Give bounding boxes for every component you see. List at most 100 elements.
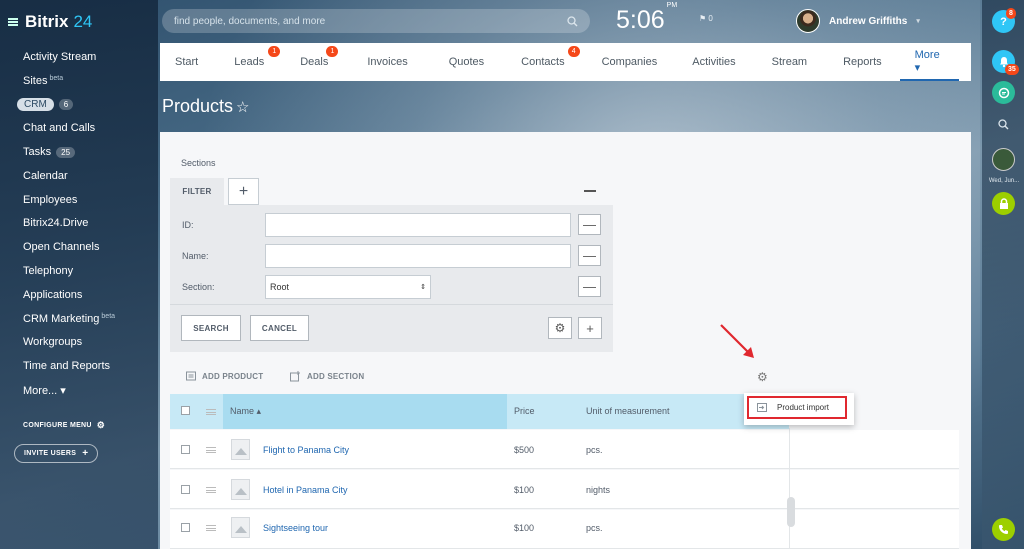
- sidebar-item-calendar[interactable]: Calendar: [0, 164, 158, 188]
- notifications-button[interactable]: 35: [992, 50, 1019, 75]
- row-checkbox[interactable]: [181, 485, 190, 494]
- sidebar-item-telephony[interactable]: Telephony: [0, 259, 158, 283]
- tab-quotes[interactable]: Quotes: [432, 43, 501, 81]
- sidebar-item-crm-marketing[interactable]: CRM Marketing beta: [0, 307, 158, 331]
- row-checkbox[interactable]: [181, 445, 190, 454]
- search-button[interactable]: SEARCH: [181, 315, 241, 341]
- sidebar-item-label: Employees: [23, 193, 78, 206]
- column-header-name[interactable]: Name ▴: [230, 406, 261, 417]
- sidebar-item-label: CRM: [17, 97, 54, 111]
- column-header-unit[interactable]: Unit of measurement: [586, 406, 670, 416]
- tab-activities[interactable]: Activities: [674, 43, 753, 81]
- table-row[interactable]: Hotel in Panama City $100 nights: [170, 470, 959, 509]
- clock[interactable]: 5:06PM: [616, 2, 677, 35]
- name-label: Name:: [182, 251, 209, 261]
- user-menu[interactable]: Andrew Griffiths ▾: [796, 9, 920, 33]
- filter-settings-button[interactable]: ⚙: [548, 317, 572, 339]
- sidebar-item-open-channels[interactable]: Open Channels: [0, 235, 158, 259]
- row-checkbox[interactable]: [181, 523, 190, 532]
- row-menu-icon[interactable]: [206, 447, 216, 453]
- gear-icon: ⚙: [96, 420, 106, 430]
- sidebar-item-tasks[interactable]: Tasks 25: [0, 140, 158, 164]
- tab-deals[interactable]: Deals 1: [285, 43, 343, 81]
- remove-id-field-button[interactable]: —: [578, 214, 601, 235]
- add-field-button[interactable]: +: [578, 317, 602, 339]
- filter-tab[interactable]: FILTER: [170, 178, 224, 205]
- sidebar-item-more[interactable]: More... ▾: [0, 378, 158, 402]
- table-row[interactable]: Sightseeing tour $100 pcs.: [170, 510, 959, 549]
- name-field[interactable]: [265, 244, 571, 268]
- product-name-link[interactable]: Flight to Panama City: [263, 445, 349, 455]
- beta-label: beta: [101, 313, 116, 321]
- tab-companies[interactable]: Companies: [585, 43, 675, 81]
- row-menu-icon[interactable]: [206, 525, 216, 531]
- question-icon: ?: [1000, 15, 1007, 28]
- sidebar-item-employees[interactable]: Employees: [0, 188, 158, 212]
- remove-name-field-button[interactable]: —: [578, 245, 601, 266]
- search-sidebar-button[interactable]: [992, 113, 1015, 136]
- plus-icon: +: [586, 320, 594, 336]
- sidebar-item-crm[interactable]: CRM 6: [0, 93, 158, 117]
- remove-section-field-button[interactable]: —: [578, 276, 601, 297]
- column-header-price[interactable]: Price: [514, 406, 535, 416]
- help-button[interactable]: ? 8: [992, 8, 1016, 33]
- tab-reports[interactable]: Reports: [825, 43, 900, 81]
- sidebar-item-activity-stream[interactable]: Activity Stream: [0, 45, 158, 69]
- product-price: $100: [514, 523, 535, 533]
- product-import-menu-item[interactable]: Product import: [747, 396, 847, 419]
- row-menu-icon[interactable]: [206, 487, 216, 493]
- sidebar-item-label: Workgroups: [23, 336, 83, 349]
- filter-row-name: Name:: [182, 244, 571, 268]
- search-icon[interactable]: [567, 15, 578, 27]
- flag-icon: ⚑: [699, 14, 707, 23]
- lock-button[interactable]: [992, 192, 1015, 215]
- menu-icon[interactable]: [8, 18, 18, 26]
- chat-button[interactable]: [992, 81, 1015, 104]
- contact-avatar[interactable]: [992, 148, 1015, 171]
- tab-leads[interactable]: Leads 1: [213, 43, 285, 81]
- product-name-link[interactable]: Hotel in Panama City: [263, 485, 348, 495]
- product-import-label: Product import: [777, 403, 830, 412]
- sidebar-item-drive[interactable]: Bitrix24.Drive: [0, 212, 158, 236]
- product-price: $500: [514, 445, 535, 455]
- sidebar-item-time-reports[interactable]: Time and Reports: [0, 354, 158, 378]
- sidebar-item-label: Sites: [23, 74, 48, 87]
- sidebar-item-applications[interactable]: Applications: [0, 283, 158, 307]
- star-icon[interactable]: ☆: [236, 99, 249, 116]
- select-all-checkbox[interactable]: [181, 406, 190, 415]
- invite-users-button[interactable]: INVITE USERS +: [14, 444, 99, 463]
- product-name-link[interactable]: Sightseeing tour: [263, 523, 328, 533]
- sidebar-item-chat[interactable]: Chat and Calls: [0, 116, 158, 140]
- add-section-button[interactable]: ADD SECTION: [290, 371, 364, 382]
- phone-button[interactable]: [992, 518, 1015, 541]
- logo[interactable]: Bitrix 24: [8, 12, 92, 32]
- table-row[interactable]: Flight to Panama City $500 pcs.: [170, 430, 959, 469]
- add-filter-tab-button[interactable]: +: [228, 178, 259, 205]
- add-product-button[interactable]: ADD PRODUCT: [186, 371, 263, 381]
- chevron-updown-icon: ⇕: [420, 284, 426, 291]
- section-select[interactable]: Root ⇕: [265, 275, 431, 299]
- tab-start[interactable]: Start: [160, 43, 213, 81]
- search-input[interactable]: find people, documents, and more: [162, 9, 590, 33]
- cancel-button[interactable]: CANCEL: [250, 315, 309, 341]
- tab-stream[interactable]: Stream: [754, 43, 825, 81]
- id-field[interactable]: [265, 213, 571, 237]
- scroll-handle[interactable]: [787, 497, 795, 527]
- tab-label: Activities: [692, 56, 736, 68]
- column-menu-icon[interactable]: [206, 409, 216, 415]
- minus-icon: —: [583, 248, 596, 263]
- tab-label: More ▾: [914, 48, 940, 74]
- tab-contacts[interactable]: Contacts 4: [501, 43, 584, 81]
- tab-more[interactable]: More ▾: [899, 43, 959, 81]
- sidebar-item-sites[interactable]: Sites beta: [0, 69, 158, 93]
- image-placeholder-icon: [231, 439, 250, 460]
- configure-menu-button[interactable]: CONFIGURE MENU ⚙: [23, 420, 105, 431]
- sidebar-item-workgroups[interactable]: Workgroups: [0, 331, 158, 355]
- add-section-icon: [290, 371, 300, 382]
- tab-invoices[interactable]: Invoices: [343, 43, 431, 81]
- flag-counter[interactable]: ⚑ 0: [699, 14, 713, 23]
- left-sidebar: Bitrix 24 Activity Stream Sites beta CRM 6…: [0, 0, 158, 549]
- gear-icon[interactable]: ⚙: [757, 370, 768, 384]
- collapse-filter-icon[interactable]: [584, 190, 596, 192]
- sidebar-item-label: Bitrix24.Drive: [23, 217, 89, 230]
